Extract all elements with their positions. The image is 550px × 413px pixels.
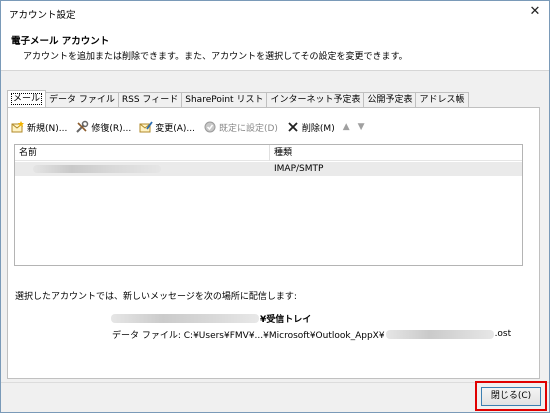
account-row[interactable]: IMAP/SMTP (15, 162, 522, 176)
set-default-label: 既定に設定(D) (218, 123, 278, 134)
close-icon[interactable]: ✕ (527, 4, 543, 20)
move-up-icon[interactable]: ▲ (343, 122, 350, 132)
title-bar: アカウント設定 ✕ (1, 1, 549, 25)
dialog-header: 電子メール アカウント アカウントを追加または削除できます。また、アカウントを選… (1, 25, 549, 71)
repair-button[interactable]: 修復(R)... (75, 119, 131, 135)
tab-published-calendars[interactable]: 公開予定表 (363, 92, 417, 107)
account-list[interactable]: 名前 種類 IMAP/SMTP (14, 144, 523, 266)
data-file-path: データ ファイル: C:¥Users¥FMV¥...¥Microsoft¥Out… (112, 328, 512, 341)
tab-sharepoint-lists[interactable]: SharePoint リスト (181, 92, 268, 107)
redacted-account-name (33, 165, 161, 173)
data-file-extension: .ost (494, 329, 512, 339)
account-settings-window: アカウント設定 ✕ 電子メール アカウント アカウントを追加または削除できます。… (0, 0, 550, 413)
repair-label: 修復(R)... (91, 123, 132, 134)
delete-label: 削除(M) (301, 123, 335, 134)
repair-tools-icon (75, 120, 89, 134)
tab-mail[interactable]: メール (7, 90, 47, 107)
change-settings-icon (139, 120, 153, 134)
tab-internet-calendars[interactable]: インターネット予定表 (266, 92, 365, 107)
tab-label: メール (11, 93, 43, 105)
tab-strip: メール データ ファイル RSS フィード SharePoint リスト インタ… (7, 90, 469, 108)
new-account-label: 新規(N)... (27, 123, 68, 134)
account-type: IMAP/SMTP (274, 164, 324, 174)
tab-rss-feeds[interactable]: RSS フィード (117, 92, 183, 107)
new-account-button[interactable]: 新規(N)... (11, 119, 67, 135)
set-default-button[interactable]: 既定に設定(D) (203, 119, 278, 135)
tab-address-books[interactable]: アドレス帳 (415, 92, 469, 107)
tab-data-files[interactable]: データ ファイル (45, 92, 119, 107)
redacted-folder-name (111, 313, 259, 323)
column-header-type[interactable]: 種類 (270, 145, 522, 161)
move-down-icon[interactable]: ▼ (358, 122, 365, 132)
close-button[interactable]: 閉じる(C) (481, 387, 541, 406)
change-button[interactable]: 変更(A)... (139, 119, 195, 135)
account-toolbar: 新規(N)... 修復(R)... 変更(A)... 既定に設定(D) 削除(M… (11, 119, 373, 135)
delete-x-icon (286, 120, 300, 134)
change-label: 変更(A)... (155, 123, 195, 134)
delivery-folder: ¥受信トレイ (111, 312, 312, 325)
footer-divider (1, 382, 549, 383)
new-mail-icon (11, 120, 25, 134)
column-header-name[interactable]: 名前 (15, 145, 270, 161)
header-description: アカウントを追加または削除できます。また、アカウントを選択してその設定を変更でき… (23, 52, 408, 62)
header-title: 電子メール アカウント (11, 36, 110, 47)
window-title: アカウント設定 (9, 10, 76, 21)
data-file-path-prefix: データ ファイル: C:¥Users¥FMV¥...¥Microsoft¥Out… (112, 330, 385, 341)
inbox-folder-label: ¥受信トレイ (260, 314, 312, 325)
set-default-icon (203, 120, 217, 134)
delivery-location-label: 選択したアカウントでは、新しいメッセージを次の場所に配信します: (15, 292, 297, 302)
redacted-file-name (385, 329, 494, 339)
delete-button[interactable]: 削除(M) (286, 119, 335, 135)
